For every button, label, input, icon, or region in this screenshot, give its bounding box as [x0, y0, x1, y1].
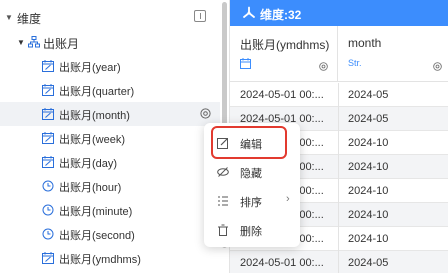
- column-header-month[interactable]: month Str.: [338, 26, 448, 82]
- sort-icon: [217, 195, 229, 207]
- field-item-label: 出账月(week): [59, 134, 126, 146]
- field-item[interactable]: 出账月(second): [0, 222, 220, 246]
- menu-item-sort[interactable]: 排序 ›: [204, 189, 300, 213]
- field-item[interactable]: 出账月(hour): [0, 174, 220, 198]
- collapse-triangle-icon[interactable]: ▼: [5, 13, 13, 22]
- cell-month: 2024-10: [348, 233, 389, 245]
- field-item-label: 出账月(day): [59, 158, 118, 170]
- column-header-ymdhms[interactable]: 出账月(ymdhms): [230, 26, 338, 82]
- field-group-header[interactable]: ▼ 出账月: [0, 31, 229, 53]
- hierarchy-icon: [28, 36, 40, 48]
- column-divider: [338, 251, 339, 273]
- field-item[interactable]: 出账月(week): [0, 126, 220, 150]
- chevron-right-icon: ›: [286, 193, 290, 205]
- menu-item-label: 隐藏: [240, 168, 262, 180]
- dimension-panel: ▼ 维度 ▼ 出账月 出账月(year) 出账月(quarter) 出账月(mont…: [0, 0, 229, 273]
- field-item[interactable]: 出账月(minute): [0, 198, 220, 222]
- calendar-icon: [42, 252, 54, 264]
- menu-item-label: 编辑: [240, 139, 262, 151]
- cell-month: 2024-10: [348, 161, 389, 173]
- dimension-icon: [243, 6, 255, 18]
- column-settings-icon[interactable]: [318, 61, 329, 72]
- field-group-label: 出账月: [43, 37, 80, 51]
- field-item[interactable]: 出账月(month): [0, 102, 220, 126]
- clock-icon: [42, 180, 54, 192]
- delete-icon: [217, 224, 229, 236]
- cell-month: 2024-10: [348, 137, 389, 149]
- column-title: 出账月(ymdhms): [240, 38, 330, 52]
- dimension-count-bar: 维度:32: [230, 0, 448, 26]
- cell-month: 2024-10: [348, 185, 389, 197]
- edit-icon: [217, 137, 229, 149]
- dimension-section-title: 维度: [17, 12, 42, 26]
- column-divider: [338, 131, 339, 155]
- field-settings-icon[interactable]: [199, 107, 212, 120]
- collapse-panel-icon[interactable]: [194, 10, 206, 22]
- column-divider: [338, 203, 339, 227]
- field-item-label: 出账月(month): [59, 110, 130, 122]
- calendar-icon: [42, 108, 54, 120]
- menu-item-label: 排序: [240, 197, 262, 209]
- clock-icon: [42, 228, 54, 240]
- calendar-icon: [42, 84, 54, 96]
- table-row[interactable]: 2024-05-01 00:... 2024-05: [230, 83, 448, 107]
- calendar-icon: [42, 60, 54, 72]
- field-context-menu: 编辑隐藏排序 › 删除: [204, 123, 300, 247]
- column-divider: [338, 179, 339, 203]
- column-settings-icon[interactable]: [432, 61, 443, 72]
- menu-item-label: 删除: [240, 226, 262, 238]
- column-divider: [338, 107, 339, 131]
- table-row[interactable]: 2024-05-01 00:... 2024-05: [230, 251, 448, 273]
- field-item[interactable]: 出账月(year): [0, 54, 220, 78]
- field-item-label: 出账月(minute): [59, 206, 133, 218]
- cell-month: 2024-05: [348, 257, 389, 269]
- menu-item-edit[interactable]: 编辑: [204, 131, 300, 155]
- cell-month: 2024-05: [348, 89, 389, 101]
- column-divider: [338, 155, 339, 179]
- cell-ymdhms: 2024-05-01 00:...: [240, 257, 324, 269]
- calendar-icon: [42, 132, 54, 144]
- calendar-type-icon: [240, 58, 251, 69]
- hide-icon: [217, 166, 229, 178]
- field-item-label: 出账月(ymdhms): [59, 254, 141, 266]
- calendar-icon: [42, 156, 54, 168]
- cell-ymdhms: 2024-05-01 00:...: [240, 89, 324, 101]
- field-item-label: 出账月(quarter): [59, 86, 135, 98]
- dimension-section-header[interactable]: ▼ 维度: [0, 6, 229, 28]
- cell-month: 2024-05: [348, 113, 389, 125]
- column-title: month: [348, 36, 382, 50]
- menu-item-delete[interactable]: 删除: [204, 218, 300, 242]
- column-divider: [338, 83, 339, 107]
- menu-item-hide[interactable]: 隐藏: [204, 160, 300, 184]
- cell-month: 2024-10: [348, 209, 389, 221]
- field-item-label: 出账月(hour): [59, 182, 122, 194]
- dimension-count-label: 维度:32: [260, 8, 302, 22]
- field-item[interactable]: 出账月(quarter): [0, 78, 220, 102]
- clock-icon: [42, 204, 54, 216]
- field-item-label: 出账月(second): [59, 230, 135, 242]
- string-type-label: Str.: [348, 58, 362, 68]
- field-item[interactable]: 出账月(day): [0, 150, 220, 174]
- expand-triangle-icon[interactable]: ▼: [17, 38, 25, 47]
- column-divider: [338, 227, 339, 251]
- field-item[interactable]: 出账月(ymdhms): [0, 246, 220, 270]
- field-item-label: 出账月(year): [59, 62, 121, 74]
